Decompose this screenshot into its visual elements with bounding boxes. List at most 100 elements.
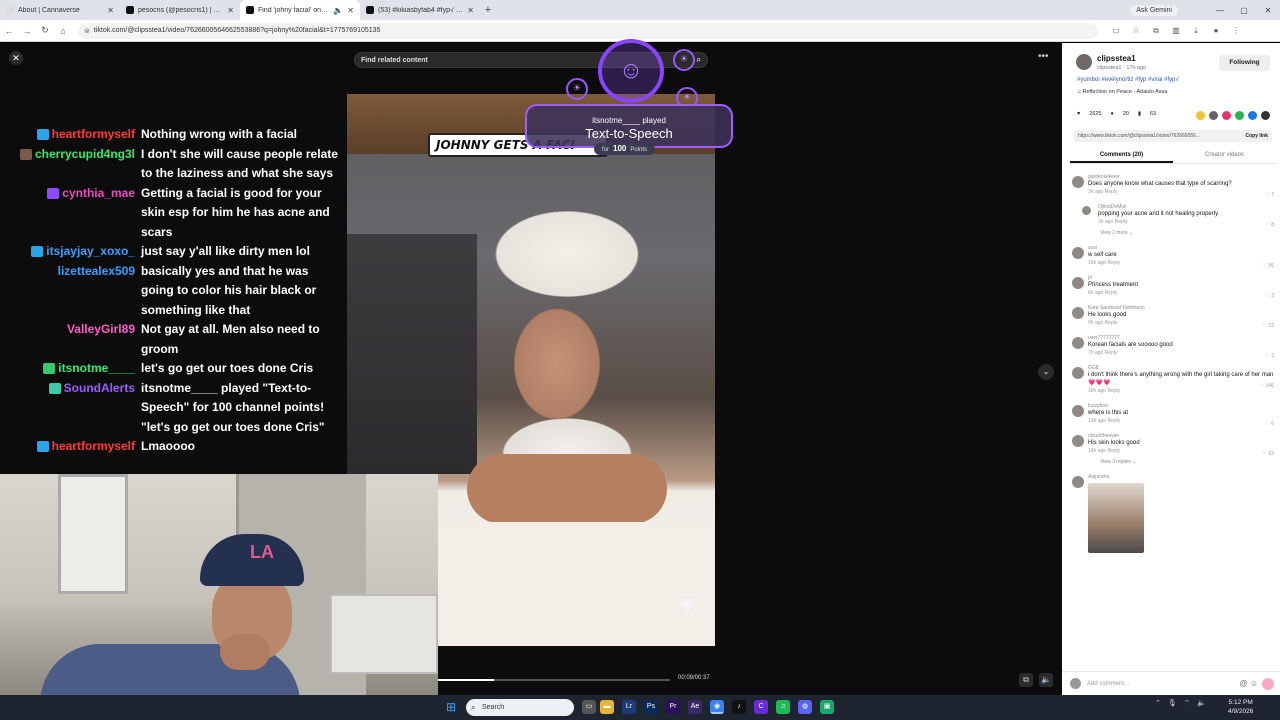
tab-close-icon[interactable]: ✕ xyxy=(107,6,114,15)
comment-meta[interactable]: 2h ago Reply xyxy=(1098,219,1274,225)
cast-icon[interactable]: ▭ xyxy=(1106,26,1126,36)
comment-like-count[interactable]: ♡ 63 xyxy=(1263,451,1274,457)
browser-tab-active[interactable]: Find 'johny facial' on TikTok 🔈 ✕ xyxy=(240,0,360,20)
post-comment-icon[interactable] xyxy=(1262,677,1274,690)
tab-close-icon[interactable]: ✕ xyxy=(227,6,234,15)
video-hashtags[interactable]: #yumboi #evelynortiz #fyp #viral #fyp√ xyxy=(1077,77,1179,83)
creator-username[interactable]: clipsstea1 xyxy=(1097,54,1136,63)
volume-icon[interactable]: 🔈 xyxy=(1039,673,1053,687)
comment-like-count[interactable]: ♡ 7 xyxy=(1265,192,1274,198)
tiktok-app-icon[interactable]: ♪ xyxy=(732,700,746,714)
comment-like-count[interactable]: ♡ 146 xyxy=(1260,383,1274,389)
window-close-icon[interactable]: ✕ xyxy=(1256,6,1280,15)
commenter-avatar[interactable] xyxy=(1072,277,1084,289)
mention-icon[interactable]: @ ☺ xyxy=(1239,679,1258,688)
commenter-avatar[interactable] xyxy=(1072,435,1084,447)
bookmark-icon[interactable]: ▮ xyxy=(1138,111,1141,117)
mic-icon[interactable]: 🎙 xyxy=(1168,699,1177,708)
downloads-icon[interactable]: ⤓ xyxy=(1186,26,1206,36)
comment-like-count[interactable]: ♡ 3 xyxy=(1265,293,1274,299)
tab-comments[interactable]: Comments (20) xyxy=(1070,148,1173,163)
comment-meta[interactable]: 16h ago Reply xyxy=(1088,260,1274,266)
comment-like-count[interactable]: ♡ 8 xyxy=(1265,222,1274,228)
photoshop-icon[interactable]: Ps xyxy=(644,700,658,714)
reload-icon[interactable]: ↻ xyxy=(36,25,54,36)
discord-icon[interactable]: ◍ xyxy=(798,700,812,714)
search-icon[interactable]: ⌕ xyxy=(697,55,701,65)
commenter-avatar[interactable] xyxy=(1072,405,1084,417)
heart-icon[interactable]: ♥ xyxy=(672,590,702,620)
share-icon[interactable] xyxy=(1222,111,1231,120)
browser-tab[interactable]: About | Cannaverse ✕ xyxy=(0,0,120,20)
comment-meta[interactable]: 9h ago Reply xyxy=(1088,320,1274,326)
spotify-icon[interactable]: ♫ xyxy=(776,700,790,714)
commenter-avatar[interactable] xyxy=(1072,337,1084,349)
comment-meta[interactable]: 12h ago Reply xyxy=(1088,418,1274,424)
maximize-icon[interactable]: ▢ xyxy=(1232,6,1256,15)
add-comment-input[interactable]: Add comment... xyxy=(1087,681,1129,687)
close-icon[interactable]: ✕ xyxy=(9,51,23,65)
file-explorer-icon[interactable]: ▬ xyxy=(600,700,614,714)
chrome-icon[interactable]: ◉ xyxy=(710,700,724,714)
menu-kebab-icon[interactable]: ⋮ xyxy=(1226,26,1246,36)
url-field[interactable]: ⊜ tiktok.com/@clipsstea1/video/7626600564… xyxy=(78,22,1098,39)
view-more-replies[interactable]: View 3 replies ⌄ xyxy=(1100,459,1274,465)
pip-icon[interactable]: ⧉ xyxy=(1019,673,1033,687)
taskbar-search[interactable]: ⌕ Search xyxy=(466,699,574,716)
tab-creator-videos[interactable]: Creator videos xyxy=(1173,148,1276,163)
ask-gemini-button[interactable]: Ask Gemini xyxy=(1130,4,1178,16)
tray-chevron-icon[interactable]: ⌃ xyxy=(1155,699,1161,708)
commenter-name[interactable]: Alejandra xyxy=(1088,474,1274,480)
split-view-icon[interactable]: ▥ xyxy=(1166,26,1186,36)
extensions-icon[interactable]: ⧉ xyxy=(1146,26,1166,36)
following-button[interactable]: Following xyxy=(1219,55,1270,71)
new-tab-button[interactable]: + xyxy=(480,4,496,16)
site-info-icon[interactable]: ⊜ xyxy=(84,27,90,35)
profile-avatar-icon[interactable]: ● xyxy=(1206,26,1226,36)
comment-like-count[interactable]: ♡ 3 xyxy=(1265,353,1274,359)
comment-meta[interactable]: 16h ago Reply xyxy=(1088,448,1274,454)
commenter-avatar[interactable] xyxy=(1072,367,1084,379)
commenter-avatar[interactable] xyxy=(1072,247,1084,259)
comment-like-count[interactable]: ♡ 56 xyxy=(1263,263,1274,269)
task-view-icon[interactable]: ▭ xyxy=(582,700,596,714)
creator-avatar[interactable] xyxy=(1076,54,1092,70)
windows-start-icon[interactable]: ⊞ xyxy=(446,701,458,713)
video-music[interactable]: ♫ Reflection on Peace · Adauto Assa xyxy=(1077,89,1167,95)
comment-like-count[interactable]: ♡ 6 xyxy=(1265,421,1274,427)
comment-like-count[interactable]: ♡ 12 xyxy=(1263,323,1274,329)
browser-tab[interactable]: (53) #kikiasbyfab4 #fyp√ #yumbo✕ xyxy=(360,0,480,20)
taskbar-clock[interactable]: 5:12 PM 4/9/2026 xyxy=(1228,698,1253,716)
bookmark-star-icon[interactable]: ☆ xyxy=(1126,26,1146,36)
commenter-avatar[interactable] xyxy=(1072,307,1084,319)
home-icon[interactable]: ⌂ xyxy=(54,26,72,36)
comment-meta[interactable]: 6h ago Reply xyxy=(1088,290,1274,296)
canva-icon[interactable]: C xyxy=(754,700,768,714)
volume-tray-icon[interactable]: 🔈 xyxy=(1197,699,1206,708)
share-icon[interactable] xyxy=(1196,111,1205,120)
tab-close-icon[interactable]: ✕ xyxy=(467,6,474,15)
view-more-replies[interactable]: View 2 more ⌄ xyxy=(1100,230,1274,236)
premiere-icon[interactable]: Pr xyxy=(666,700,680,714)
more-options-icon[interactable]: ••• xyxy=(1038,51,1049,62)
next-video-chevron-icon[interactable]: ⌄ xyxy=(1038,364,1054,380)
share-icon[interactable] xyxy=(1209,111,1218,120)
video-progress-bar[interactable] xyxy=(438,679,670,681)
forward-icon[interactable]: → xyxy=(18,26,36,36)
minimize-icon[interactable]: — xyxy=(1208,6,1232,15)
after-effects-icon[interactable]: Ae xyxy=(688,700,702,714)
commenter-avatar[interactable] xyxy=(1082,206,1091,215)
comment-icon[interactable]: ● xyxy=(1111,111,1114,117)
commenter-avatar[interactable] xyxy=(1072,176,1084,188)
comment-image[interactable] xyxy=(1088,483,1144,553)
wifi-icon[interactable]: ⌔ xyxy=(1184,699,1191,708)
copy-link-button[interactable]: Copy link xyxy=(1241,130,1268,142)
like-icon[interactable]: ♥ xyxy=(1077,111,1080,117)
comment-meta[interactable]: 7h ago Reply xyxy=(1088,350,1274,356)
lrc-app-icon[interactable]: Lr xyxy=(622,700,636,714)
comment-meta[interactable]: 16h ago Reply xyxy=(1088,388,1274,394)
back-icon[interactable]: ← xyxy=(0,26,18,36)
browser-tab[interactable]: pesocris (@pesocris1) | TikTok ✕ xyxy=(120,0,240,20)
speaker-icon[interactable]: 🔈 xyxy=(333,6,343,15)
app-icon[interactable]: ▣ xyxy=(820,700,834,714)
